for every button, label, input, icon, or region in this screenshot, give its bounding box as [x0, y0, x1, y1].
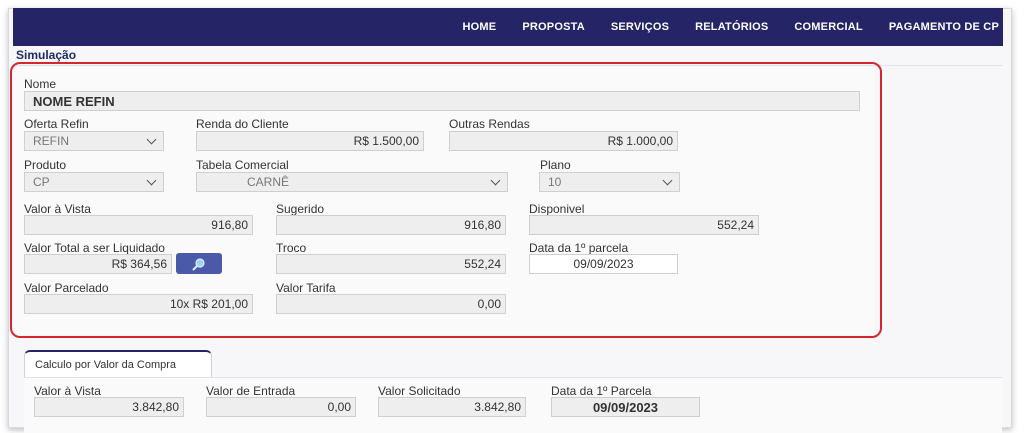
compra-entrada-field[interactable]: 0,00 [206, 397, 356, 417]
nav-home[interactable]: HOME [463, 21, 497, 33]
tab-calculo-compra[interactable]: Calculo por Valor da Compra [24, 350, 212, 378]
compra-data-label: Data da 1º Parcela [551, 384, 652, 398]
nav-relatorios[interactable]: RELATÓRIOS [695, 21, 768, 33]
nav-servicos[interactable]: SERVIÇOS [611, 21, 669, 33]
compra-vista-field[interactable]: 3.842,80 [34, 397, 184, 417]
compra-data-field[interactable]: 09/09/2023 [551, 397, 700, 417]
compra-entrada-label: Valor de Entrada [206, 384, 296, 398]
nav-pagamento-cp[interactable]: PAGAMENTO DE CP [889, 21, 999, 33]
compra-solicitado-field[interactable]: 3.842,80 [378, 397, 526, 417]
nav-comercial[interactable]: COMERCIAL [794, 21, 862, 33]
compra-solicitado-label: Valor Solicitado [378, 384, 461, 398]
compra-vista-label: Valor à Vista [34, 384, 101, 398]
highlight-box [10, 62, 882, 338]
top-navbar: HOME PROPOSTA SERVIÇOS RELATÓRIOS COMERC… [13, 8, 1003, 46]
nav-proposta[interactable]: PROPOSTA [522, 21, 585, 33]
